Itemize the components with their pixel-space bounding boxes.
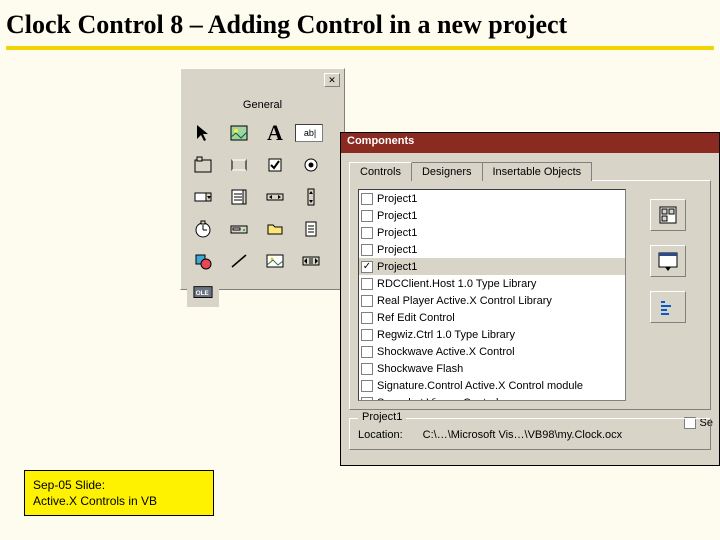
checkbox-icon[interactable] [361, 397, 373, 402]
list-item[interactable]: Project1 [359, 224, 625, 241]
image-tool-icon[interactable] [259, 247, 291, 275]
toolbox-preview-icon [650, 199, 686, 231]
list-item[interactable]: Project1 [359, 241, 625, 258]
vscrollbar-tool-icon[interactable] [295, 183, 327, 211]
footer-line1: Sep-05 Slide: [33, 477, 205, 493]
page-title: Clock Control 8 – Adding Control in a ne… [0, 0, 720, 46]
footer-line2: Active.X Controls in VB [33, 493, 205, 509]
checkbox-icon[interactable] [361, 363, 373, 375]
picturebox-tool-icon[interactable] [223, 119, 255, 147]
list-item[interactable]: RDCClient.Host 1.0 Type Library [359, 275, 625, 292]
checkbox-icon[interactable] [361, 227, 373, 239]
module-preview-icon [650, 291, 686, 323]
list-item[interactable]: Shockwave Active.X Control [359, 343, 625, 360]
toolbox-panel: ✕ General A ab| OLE [180, 68, 345, 290]
hscrollbar-tool-icon[interactable] [259, 183, 291, 211]
svg-text:OLE: OLE [196, 290, 209, 297]
list-item[interactable]: Regwiz.Ctrl 1.0 Type Library [359, 326, 625, 343]
checkbox-icon[interactable] [361, 312, 373, 324]
shape-tool-icon[interactable] [187, 247, 219, 275]
components-listbox[interactable]: Project1 Project1 Project1 Project1 ✓Pro… [358, 189, 626, 401]
checkbox-icon[interactable] [361, 210, 373, 222]
filelistbox-tool-icon[interactable] [295, 215, 327, 243]
checkbox-tool-icon[interactable] [259, 151, 291, 179]
dirlistbox-tool-icon[interactable] [259, 215, 291, 243]
list-item[interactable]: Real Player Active.X Control Library [359, 292, 625, 309]
checkbox-icon[interactable] [361, 295, 373, 307]
combobox-tool-icon[interactable] [187, 183, 219, 211]
listbox-tool-icon[interactable] [223, 183, 255, 211]
data-tool-icon[interactable] [295, 247, 327, 275]
dialog-title: Components [341, 133, 719, 153]
list-item[interactable]: Signature.Control Active.X Control modul… [359, 377, 625, 394]
checkbox-icon[interactable]: ✓ [361, 261, 373, 273]
checkbox-icon[interactable] [361, 244, 373, 256]
list-item[interactable]: Shockwave Flash [359, 360, 625, 377]
checkbox-icon[interactable] [361, 380, 373, 392]
commandbutton-tool-icon[interactable] [223, 151, 255, 179]
location-label: Location: [358, 429, 403, 441]
tab-insertable-objects[interactable]: Insertable Objects [482, 162, 593, 181]
location-value: C:\…\Microsoft Vis…\VB98\my.Clock.ocx [423, 429, 622, 441]
toolbox-general-label: General [181, 99, 344, 111]
checkbox-icon[interactable] [361, 278, 373, 290]
timer-tool-icon[interactable] [187, 215, 219, 243]
label-tool-icon[interactable]: A [259, 119, 291, 147]
list-item[interactable]: Project1 [359, 190, 625, 207]
info-group-label: Project1 [358, 411, 406, 423]
tab-controls[interactable]: Controls [349, 162, 412, 181]
checkbox-icon[interactable] [361, 346, 373, 358]
form-preview-icon [650, 245, 686, 277]
drivelistbox-tool-icon[interactable] [223, 215, 255, 243]
footer-note: Sep-05 Slide: Active.X Controls in VB [24, 470, 214, 516]
textbox-tool-icon[interactable]: ab| [295, 124, 323, 142]
ole-tool-icon[interactable]: OLE [187, 279, 219, 307]
close-icon[interactable]: ✕ [324, 73, 340, 87]
frame-tool-icon[interactable] [187, 151, 219, 179]
pointer-tool-icon[interactable] [187, 119, 219, 147]
optionbutton-tool-icon[interactable] [295, 151, 327, 179]
components-dialog: Components Controls Designers Insertable… [340, 132, 720, 466]
list-item[interactable]: Project1 [359, 207, 625, 224]
list-item[interactable]: Snapshot Viewer Control [359, 394, 625, 401]
title-underline [6, 46, 714, 50]
list-item[interactable]: Ref Edit Control [359, 309, 625, 326]
tab-designers[interactable]: Designers [411, 162, 483, 181]
list-item-selected[interactable]: ✓Project1 [359, 258, 625, 275]
checkbox-icon[interactable] [361, 329, 373, 341]
component-info-group: Project1 Location: C:\…\Microsoft Vis…\V… [349, 418, 711, 450]
checkbox-icon[interactable] [361, 193, 373, 205]
line-tool-icon[interactable] [223, 247, 255, 275]
